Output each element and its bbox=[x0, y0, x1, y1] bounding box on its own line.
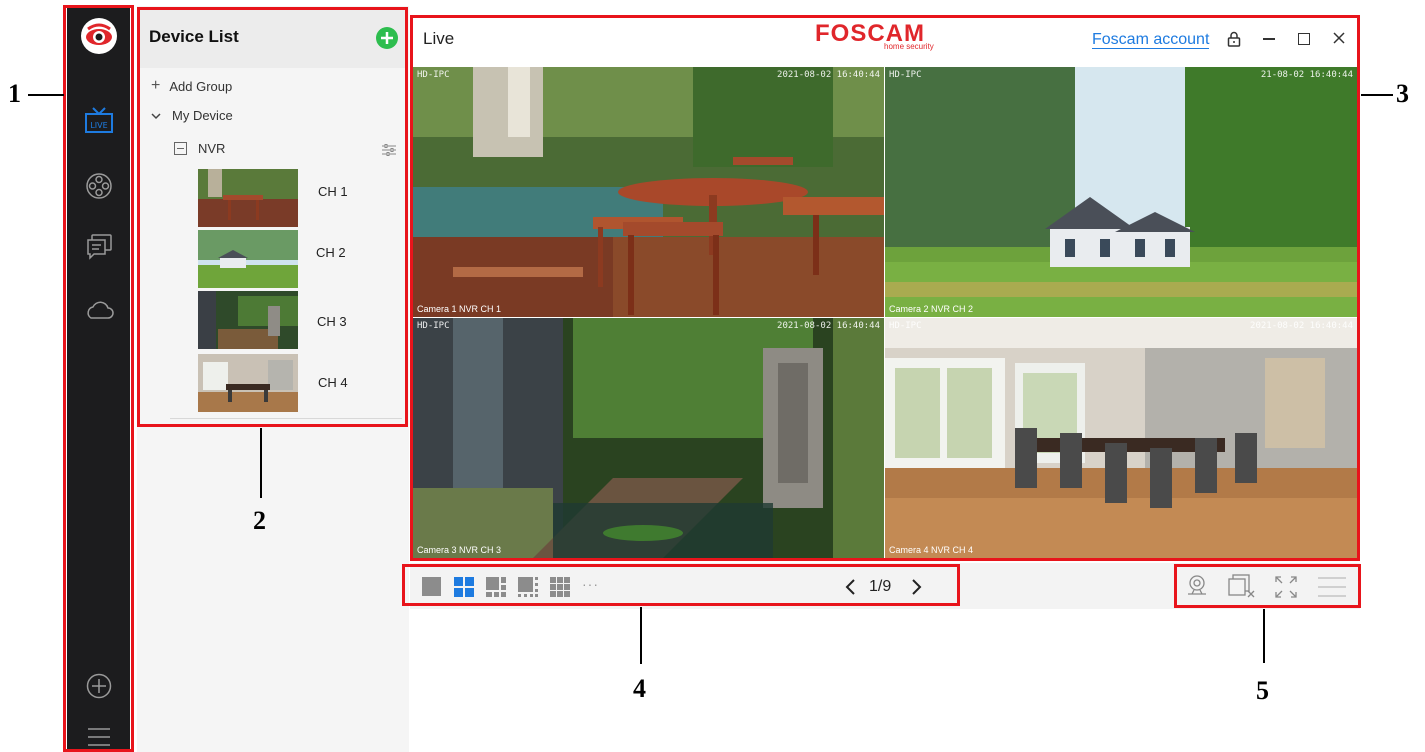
annotation-number-2: 2 bbox=[253, 506, 266, 535]
channel-label-2: CH 2 bbox=[316, 245, 346, 260]
layout-6-icon[interactable] bbox=[486, 577, 506, 602]
camera-view-2[interactable]: HD-IPC 21-08-02 16:40:44 Camera 2 NVR CH… bbox=[885, 67, 1357, 317]
add-group-item[interactable]: + Add Group bbox=[151, 77, 232, 95]
device-list-divider bbox=[170, 418, 402, 419]
fullscreen-icon[interactable] bbox=[1275, 576, 1297, 603]
more-layouts-button[interactable]: ··· bbox=[582, 576, 599, 592]
layout-4-icon[interactable] bbox=[454, 577, 474, 602]
cloud-icon[interactable] bbox=[67, 292, 130, 328]
camera-2-caption: Camera 2 NVR CH 2 bbox=[889, 304, 974, 314]
annotation-number-1: 1 bbox=[8, 79, 21, 108]
minimize-button[interactable] bbox=[1263, 38, 1275, 40]
add-circle-icon[interactable] bbox=[67, 668, 130, 704]
camera-3-caption: Camera 3 NVR CH 3 bbox=[417, 545, 502, 555]
channel-label-3: CH 3 bbox=[317, 314, 347, 329]
camera-4-timestamp: 2021-08-02 16:40:44 bbox=[1250, 321, 1353, 331]
device-nvr-row[interactable]: NVR bbox=[174, 141, 225, 156]
plus-circle-icon bbox=[376, 27, 398, 49]
playback-reel-icon[interactable] bbox=[67, 168, 130, 204]
camera-1-tag: HD-IPC bbox=[417, 70, 450, 80]
my-device-label: My Device bbox=[172, 108, 233, 123]
device-name-label: NVR bbox=[198, 141, 226, 156]
menu-icon[interactable] bbox=[67, 722, 130, 752]
chevron-left-icon bbox=[845, 579, 855, 595]
collapse-square-icon bbox=[174, 142, 187, 155]
device-settings-icon[interactable] bbox=[382, 143, 396, 161]
device-list-title: Device List bbox=[149, 27, 239, 46]
left-nav-bar: LIVE bbox=[67, 6, 130, 752]
channel-thumbnail-3[interactable] bbox=[198, 291, 298, 349]
camera-view-3[interactable]: HD-IPC 2021-08-02 16:40:44 Camera 3 NVR … bbox=[413, 318, 884, 558]
camera-2-tag: HD-IPC bbox=[889, 70, 922, 80]
layout-8-icon[interactable] bbox=[518, 577, 538, 602]
foscam-account-link[interactable]: Foscam account bbox=[1092, 31, 1210, 49]
app-logo-icon[interactable] bbox=[67, 14, 130, 58]
next-page-button[interactable] bbox=[911, 578, 923, 601]
list-menu-icon[interactable] bbox=[1318, 576, 1346, 603]
live-nav-label: LIVE bbox=[90, 121, 107, 130]
close-all-views-icon[interactable] bbox=[1228, 574, 1256, 603]
camera-4-tag: HD-IPC bbox=[889, 321, 922, 331]
add-device-button[interactable] bbox=[375, 26, 399, 50]
live-tv-icon[interactable]: LIVE bbox=[67, 102, 130, 138]
channel-label-4: CH 4 bbox=[318, 375, 348, 390]
channel-thumbnail-4[interactable] bbox=[198, 354, 298, 412]
layout-9-icon[interactable] bbox=[550, 577, 570, 602]
camera-2-timestamp: 21-08-02 16:40:44 bbox=[1260, 70, 1353, 80]
message-icon[interactable] bbox=[67, 228, 130, 264]
camera-4-caption: Camera 4 NVR CH 4 bbox=[889, 545, 974, 555]
page-indicator: 1/9 bbox=[869, 578, 892, 595]
camera-view-4[interactable]: HD-IPC 2021-08-02 16:40:44 Camera 4 NVR … bbox=[885, 318, 1357, 558]
close-button[interactable] bbox=[1333, 31, 1345, 49]
channel-thumbnail-1[interactable] bbox=[198, 169, 298, 227]
close-icon bbox=[1333, 32, 1345, 44]
brand-tagline: home security bbox=[884, 42, 934, 51]
lock-icon[interactable] bbox=[1227, 31, 1241, 52]
live-title: Live bbox=[423, 29, 455, 48]
annotation-leader-5 bbox=[1263, 609, 1265, 663]
annotation-leader-3 bbox=[1361, 94, 1393, 96]
annotation-number-4: 4 bbox=[633, 674, 646, 703]
channel-thumbnail-2[interactable] bbox=[198, 230, 298, 288]
annotation-leader-1 bbox=[28, 94, 64, 96]
my-device-group[interactable]: My Device bbox=[150, 108, 233, 123]
previous-page-button[interactable] bbox=[844, 578, 856, 601]
chevron-down-icon bbox=[151, 112, 161, 119]
layout-1-icon[interactable] bbox=[422, 577, 441, 596]
camera-view-1[interactable]: HD-IPC 2021-08-02 16:40:44 Camera 1 NVR … bbox=[413, 67, 884, 317]
annotation-leader-4 bbox=[640, 607, 642, 664]
camera-3-tag: HD-IPC bbox=[417, 321, 450, 331]
annotation-number-5: 5 bbox=[1256, 676, 1269, 705]
chevron-right-icon bbox=[912, 579, 922, 595]
add-group-label: Add Group bbox=[169, 78, 233, 94]
camera-1-timestamp: 2021-08-02 16:40:44 bbox=[777, 70, 880, 80]
annotation-number-3: 3 bbox=[1396, 79, 1409, 108]
camera-1-caption: Camera 1 NVR CH 1 bbox=[417, 304, 502, 314]
annotation-leader-2 bbox=[260, 428, 262, 498]
channel-label-1: CH 1 bbox=[318, 184, 348, 199]
maximize-button[interactable] bbox=[1298, 33, 1310, 45]
camera-3-timestamp: 2021-08-02 16:40:44 bbox=[777, 321, 880, 331]
camera-ptz-icon[interactable] bbox=[1185, 574, 1209, 603]
plus-icon: + bbox=[151, 77, 161, 94]
